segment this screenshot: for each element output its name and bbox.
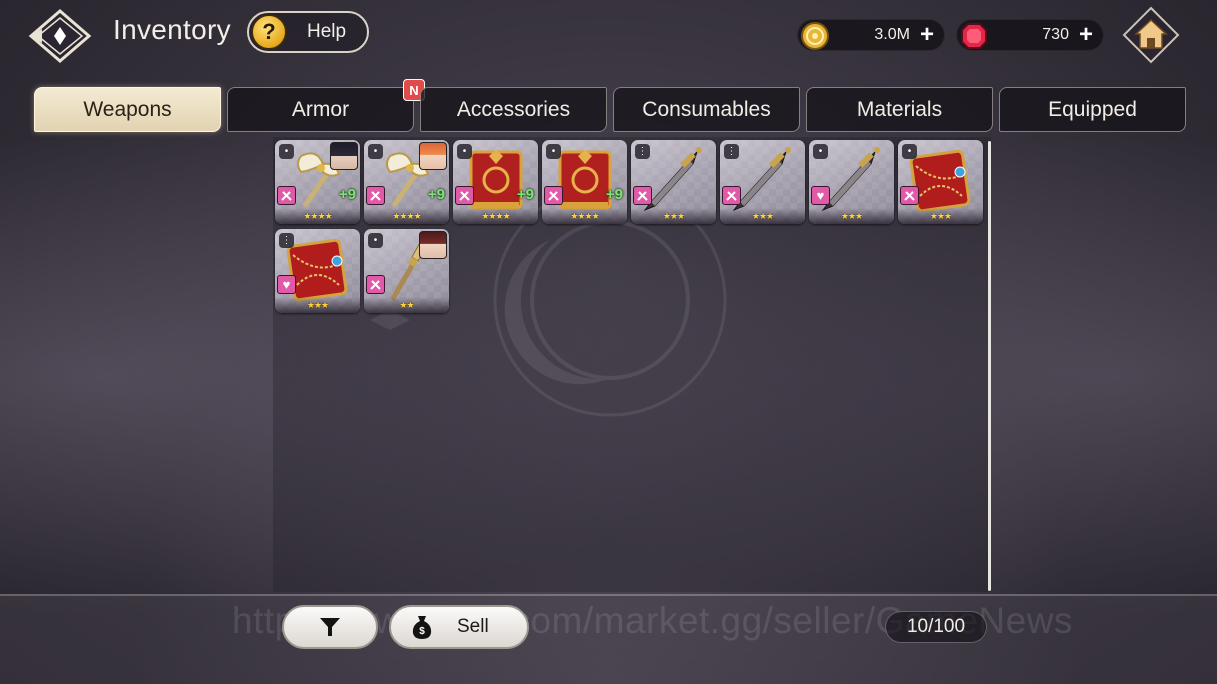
heart-icon: ♥	[277, 275, 296, 294]
filter-icon	[320, 618, 340, 636]
help-label: Help	[307, 21, 347, 42]
red-gem-icon	[957, 19, 991, 53]
item-tag: ⋮	[279, 233, 294, 248]
filter-button[interactable]	[282, 605, 378, 649]
svg-text:$: $	[419, 626, 425, 637]
weapon-type-icon	[633, 186, 652, 205]
diamond-back-icon	[28, 9, 92, 63]
tab-equipped[interactable]: Equipped	[999, 87, 1186, 132]
home-button[interactable]	[1122, 6, 1180, 64]
stars-bar: ★★★	[631, 208, 716, 224]
item-tag: •	[902, 144, 917, 159]
item-slot[interactable]: • ♥ ★★★	[809, 140, 894, 224]
stars-bar: ★★★★	[453, 208, 538, 224]
tab-consumables[interactable]: Consumables	[613, 87, 800, 132]
star-rating: ★★★★	[392, 210, 421, 221]
item-slot[interactable]: • +9 ★★★★	[453, 140, 538, 224]
tab-armor[interactable]: Armor	[227, 87, 414, 132]
grid-scrollbar[interactable]	[988, 141, 991, 591]
heart-icon: ♥	[811, 186, 830, 205]
star-rating: ★★★	[840, 210, 863, 221]
weapon-type-icon	[900, 186, 919, 205]
item-slot[interactable]: • ★★★	[898, 140, 983, 224]
stars-bar: ★★	[364, 297, 449, 313]
help-button[interactable]: ? Help	[247, 11, 369, 53]
star-rating: ★★★	[306, 299, 329, 310]
enhance-level: +9	[338, 186, 356, 203]
star-rating: ★★	[399, 299, 414, 310]
item-slot[interactable]: • +9 ★★★★	[542, 140, 627, 224]
money-bag-icon: $	[412, 616, 432, 639]
home-icon	[1122, 6, 1180, 64]
item-slot[interactable]: • +9 ★★★★	[275, 140, 360, 224]
stars-bar: ★★★	[809, 208, 894, 224]
star-rating: ★★★★	[303, 210, 332, 221]
item-tag: •	[368, 233, 383, 248]
inventory-capacity: 10/100	[885, 611, 987, 643]
item-tag: •	[279, 144, 294, 159]
gold-coin-icon	[798, 19, 832, 53]
back-button[interactable]	[28, 8, 92, 64]
item-slot[interactable]: • +9 ★★★★	[364, 140, 449, 224]
item-slot[interactable]: ⋮ ♥ ★★★	[275, 229, 360, 313]
equipped-hero-portrait	[419, 231, 447, 259]
page-title: Inventory	[113, 14, 231, 45]
divider	[0, 594, 1217, 596]
item-tag: •	[546, 144, 561, 159]
weapon-type-icon	[722, 186, 741, 205]
item-tag: •	[457, 144, 472, 159]
star-rating: ★★★	[751, 210, 774, 221]
stars-bar: ★★★	[898, 208, 983, 224]
stars-bar: ★★★★	[542, 208, 627, 224]
gold-currency: 3.0M +	[797, 19, 945, 51]
equipped-hero-portrait	[330, 142, 358, 170]
star-rating: ★★★	[929, 210, 952, 221]
item-slot[interactable]: • ★★	[364, 229, 449, 313]
sell-button[interactable]: $ Sell	[389, 605, 529, 649]
stars-bar: ★★★	[720, 208, 805, 224]
tab-weapons[interactable]: Weapons	[34, 87, 221, 132]
stars-bar: ★★★	[275, 297, 360, 313]
weapon-type-icon	[366, 275, 385, 294]
enhance-level: +9	[516, 186, 534, 203]
add-gem-button[interactable]: +	[1079, 23, 1093, 47]
question-icon: ?	[251, 14, 287, 50]
category-tabs: Weapons Armor N Accessories Consumables …	[34, 79, 1186, 133]
item-tag: ⋮	[635, 144, 650, 159]
weapon-type-icon	[544, 186, 563, 205]
weapon-type-icon	[277, 186, 296, 205]
equipped-hero-portrait	[419, 142, 447, 170]
bottom-bar	[0, 596, 1217, 684]
stars-bar: ★★★★	[364, 208, 449, 224]
item-slot[interactable]: ⋮ ★★★	[720, 140, 805, 224]
enhance-level: +9	[427, 186, 445, 203]
item-slot[interactable]: ⋮ ★★★	[631, 140, 716, 224]
gold-amount: 3.0M	[874, 26, 910, 43]
item-tag: •	[368, 144, 383, 159]
tab-accessories[interactable]: Accessories	[420, 87, 607, 132]
weapon-type-icon	[366, 186, 385, 205]
gem-currency: 730 +	[956, 19, 1104, 51]
star-rating: ★★★	[662, 210, 685, 221]
item-tag: ⋮	[724, 144, 739, 159]
star-rating: ★★★★	[481, 210, 510, 221]
stars-bar: ★★★★	[275, 208, 360, 224]
gem-amount: 730	[1042, 26, 1069, 43]
tab-materials[interactable]: Materials	[806, 87, 993, 132]
sell-label: Sell	[457, 616, 489, 637]
enhance-level: +9	[605, 186, 623, 203]
item-tag: •	[813, 144, 828, 159]
star-rating: ★★★★	[570, 210, 599, 221]
weapon-type-icon	[455, 186, 474, 205]
add-gold-button[interactable]: +	[920, 23, 934, 47]
